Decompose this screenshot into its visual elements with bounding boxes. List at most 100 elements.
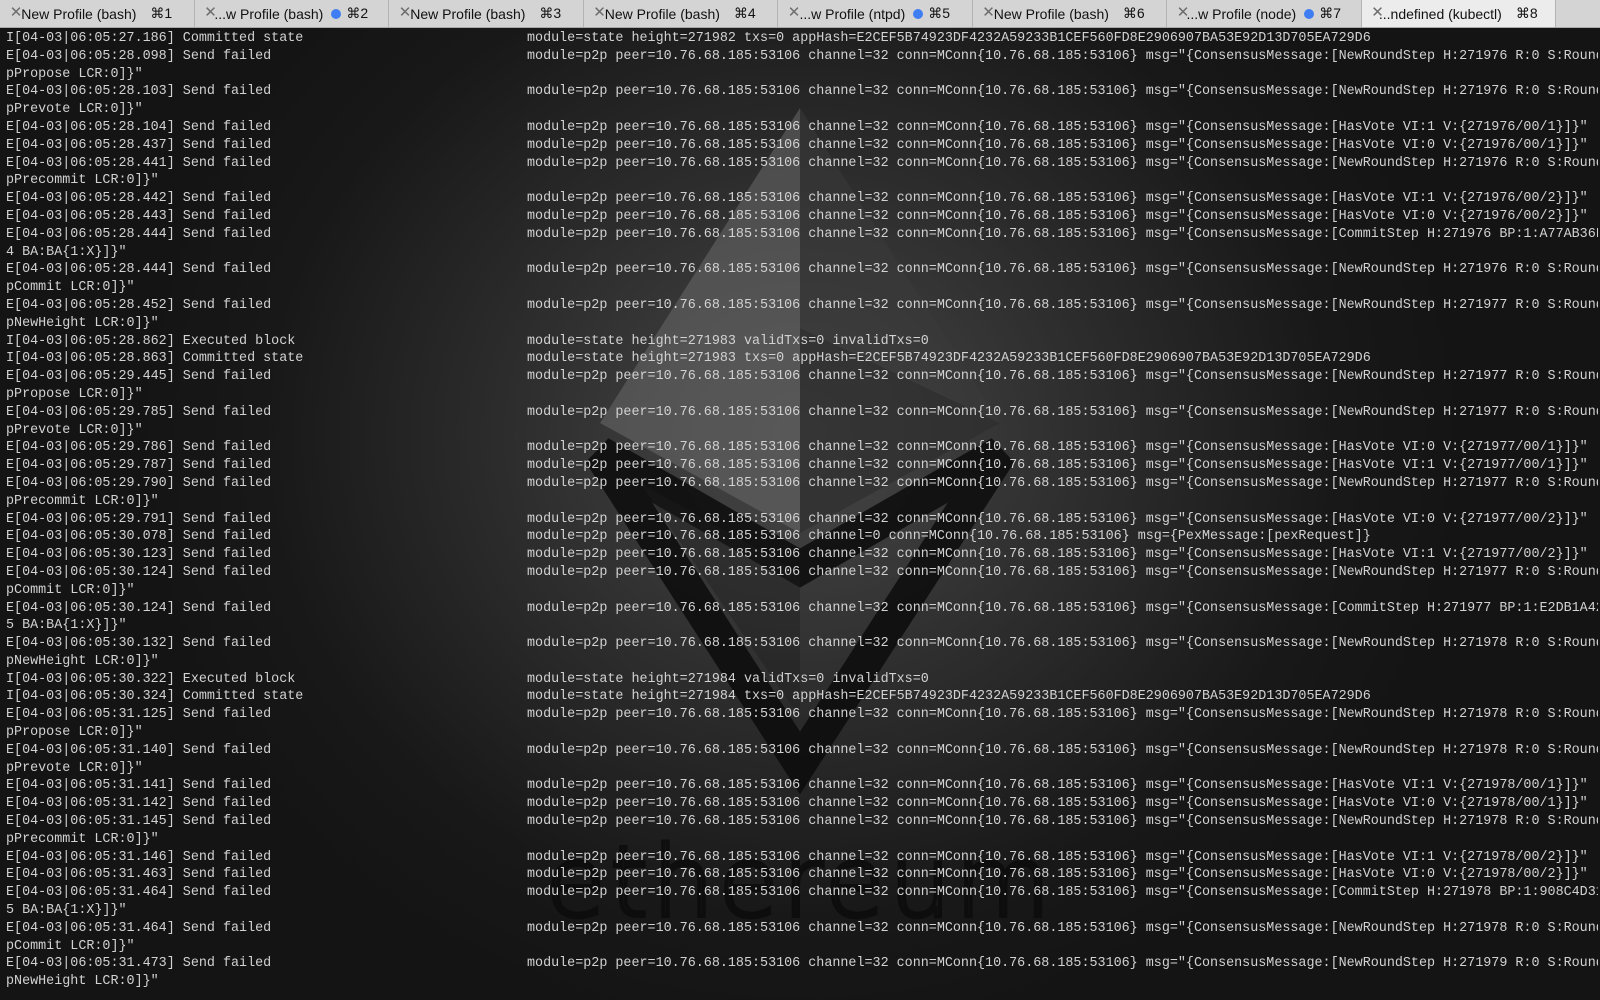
tab-bar: ✕ New Profile (bash) ⌘1 ✕ ...w Profile (bash…	[0, 0, 1600, 28]
log-line-fields: module=p2p peer=10.76.68.185:53106 chann…	[527, 262, 1598, 278]
log-line-prefix: E[04-03|06:05:29.791] Send failed	[6, 511, 272, 527]
log-line: pPropose LCR:0]}"	[6, 66, 1598, 84]
close-icon[interactable]: ✕	[982, 5, 996, 20]
log-line: pPrevote LCR:0]}"	[6, 422, 1598, 440]
close-icon[interactable]: ✕	[787, 5, 801, 20]
log-line: 5 BA:BA{1:X}]}"	[6, 617, 1598, 635]
log-line-fields: module=p2p peer=10.76.68.185:53106 chann…	[527, 885, 1598, 901]
log-line-prefix: E[04-03|06:05:30.078] Send failed	[6, 529, 272, 545]
log-line: E[04-03|06:05:28.441] Send failed module=…	[6, 155, 1598, 173]
log-line-prefix: 4 BA:BA{1:X}]}"	[6, 244, 127, 260]
log-line-prefix: pPrecommit LCR:0]}"	[6, 173, 159, 189]
log-line-prefix: E[04-03|06:05:28.443] Send failed	[6, 208, 272, 224]
tab-title: New Profile (bash)	[604, 5, 720, 22]
log-line-fields: module=p2p peer=10.76.68.185:53106 chann…	[527, 440, 1588, 456]
tab-title: ...w Profile (node)	[1186, 5, 1297, 22]
log-line: E[04-03|06:05:31.146] Send failed module=…	[6, 849, 1598, 867]
tab-shortcut: ⌘4	[733, 5, 756, 21]
log-line-prefix: I[04-03|06:05:27.186] Committed state	[6, 31, 304, 46]
log-line-prefix: E[04-03|06:05:30.132] Send failed	[6, 636, 272, 652]
log-line-prefix: E[04-03|06:05:29.785] Send failed	[6, 404, 272, 420]
log-line-prefix: pNewHeight LCR:0]}"	[6, 974, 159, 990]
log-line: pNewHeight LCR:0]}"	[6, 653, 1598, 671]
log-line-fields: module=p2p peer=10.76.68.185:53106 chann…	[527, 369, 1598, 385]
log-line-fields: module=p2p peer=10.76.68.185:53106 chann…	[527, 920, 1598, 936]
log-line: pPrecommit LCR:0]}"	[6, 172, 1598, 190]
log-line-prefix: E[04-03|06:05:31.141] Send failed	[6, 778, 272, 794]
log-line-fields: module=p2p peer=10.76.68.185:53106 chann…	[527, 404, 1598, 420]
log-line: pNewHeight LCR:0]}"	[6, 315, 1598, 333]
log-line-prefix: E[04-03|06:05:30.124] Send failed	[6, 564, 272, 580]
log-line: E[04-03|06:05:28.444] Send failed module=…	[6, 261, 1598, 279]
log-line-fields: module=p2p peer=10.76.68.185:53106 chann…	[527, 956, 1598, 972]
log-line: E[04-03|06:05:31.473] Send failed module=…	[6, 955, 1598, 973]
log-line: E[04-03|06:05:31.125] Send failed module=…	[6, 706, 1598, 724]
tab-shortcut: ⌘8	[1515, 5, 1538, 21]
tab-8[interactable]: ✕ ...ndefined (kubectl) ⌘8	[1361, 0, 1556, 27]
close-icon[interactable]: ✕	[9, 5, 23, 20]
log-line-prefix: E[04-03|06:05:28.444] Send failed	[6, 226, 272, 242]
tab-5[interactable]: ✕ ...w Profile (ntpd) ⌘5	[778, 0, 973, 27]
log-line: E[04-03|06:05:28.444] Send failed module=…	[6, 226, 1598, 244]
tab-title: New Profile (bash)	[21, 5, 137, 22]
log-line-fields: module=state height=271982 txs=0 appHash…	[527, 31, 1371, 46]
log-line: E[04-03|06:05:31.464] Send failed module=…	[6, 920, 1598, 938]
tab-6[interactable]: ✕ New Profile (bash) ⌘6	[972, 0, 1167, 27]
log-line-prefix: E[04-03|06:05:28.444] Send failed	[6, 262, 272, 278]
log-line-prefix: E[04-03|06:05:29.787] Send failed	[6, 458, 272, 474]
log-line-prefix: E[04-03|06:05:28.103] Send failed	[6, 84, 272, 100]
terminal-output[interactable]: I[04-03|06:05:27.186] Committed state mod…	[6, 30, 1598, 991]
log-line-prefix: E[04-03|06:05:28.104] Send failed	[6, 119, 272, 135]
log-line-prefix: E[04-03|06:05:29.790] Send failed	[6, 475, 272, 491]
log-line-fields: module=state height=271984 validTxs=0 in…	[527, 671, 929, 687]
tab-7[interactable]: ✕ ...w Profile (node) ⌘7	[1167, 0, 1362, 27]
tab-title: ...w Profile (ntpd)	[799, 5, 906, 22]
tab-1[interactable]: ✕ New Profile (bash) ⌘1	[0, 0, 195, 27]
log-line-fields: module=p2p peer=10.76.68.185:53106 chann…	[527, 564, 1598, 580]
log-line-prefix: I[04-03|06:05:28.863] Committed state	[6, 351, 304, 367]
log-line: pPropose LCR:0]}"	[6, 386, 1598, 404]
tab-shortcut: ⌘3	[539, 5, 562, 21]
log-line-prefix: E[04-03|06:05:28.437] Send failed	[6, 137, 272, 153]
log-line-fields: module=p2p peer=10.76.68.185:53106 chann…	[527, 155, 1598, 171]
tab-shortcut: ⌘5	[928, 5, 951, 21]
tab-2[interactable]: ✕ ...w Profile (bash) ⌘2	[194, 0, 389, 27]
log-line: E[04-03|06:05:28.437] Send failed module=…	[6, 137, 1598, 155]
log-line-fields: module=p2p peer=10.76.68.185:53106 chann…	[527, 297, 1598, 313]
log-line: 4 BA:BA{1:X}]}"	[6, 244, 1598, 262]
close-icon[interactable]: ✕	[398, 5, 412, 20]
log-line-prefix: E[04-03|06:05:29.445] Send failed	[6, 369, 272, 385]
log-line: E[04-03|06:05:28.103] Send failed module=…	[6, 83, 1598, 101]
log-line: E[04-03|06:05:29.787] Send failed module=…	[6, 457, 1598, 475]
activity-indicator-icon	[1304, 8, 1315, 19]
tab-3[interactable]: ✕ New Profile (bash) ⌘3	[389, 0, 584, 27]
close-icon[interactable]: ✕	[593, 5, 607, 20]
log-line: pPrecommit LCR:0]}"	[6, 831, 1598, 849]
log-line: I[04-03|06:05:28.863] Committed state mod…	[6, 350, 1598, 368]
log-line-fields: module=p2p peer=10.76.68.185:53106 chann…	[527, 529, 1371, 545]
log-line-prefix: E[04-03|06:05:31.473] Send failed	[6, 956, 272, 972]
log-line-fields: module=p2p peer=10.76.68.185:53106 chann…	[527, 137, 1588, 153]
close-icon[interactable]: ✕	[204, 5, 218, 20]
log-line-fields: module=p2p peer=10.76.68.185:53106 chann…	[527, 226, 1598, 242]
terminal-window[interactable]: ethereum I[04-03|06:05:27.186] Committed…	[0, 28, 1600, 1000]
log-line-prefix: pPrecommit LCR:0]}"	[6, 493, 159, 509]
tab-4[interactable]: ✕ New Profile (bash) ⌘4	[583, 0, 778, 27]
log-line-fields: module=p2p peer=10.76.68.185:53106 chann…	[527, 547, 1588, 563]
log-line-prefix: pPrevote LCR:0]}"	[6, 760, 143, 776]
log-line-fields: module=p2p peer=10.76.68.185:53106 chann…	[527, 636, 1598, 652]
close-icon[interactable]: ✕	[1371, 5, 1385, 20]
close-icon[interactable]: ✕	[1176, 5, 1190, 20]
log-line-prefix: I[04-03|06:05:30.322] Executed block	[6, 671, 296, 687]
log-line-fields: module=p2p peer=10.76.68.185:53106 chann…	[527, 849, 1588, 865]
log-line-fields: module=p2p peer=10.76.68.185:53106 chann…	[527, 119, 1588, 135]
log-line: pPrevote LCR:0]}"	[6, 101, 1598, 119]
log-line-prefix: pPropose LCR:0]}"	[6, 725, 143, 741]
log-line-prefix: E[04-03|06:05:31.140] Send failed	[6, 742, 272, 758]
log-line: pPrecommit LCR:0]}"	[6, 493, 1598, 511]
tab-title: New Profile (bash)	[993, 5, 1109, 22]
log-line-fields: module=p2p peer=10.76.68.185:53106 chann…	[527, 458, 1588, 474]
tab-title: New Profile (bash)	[410, 5, 526, 22]
log-line: pCommit LCR:0]}"	[6, 938, 1598, 956]
tab-shortcut: ⌘6	[1122, 5, 1145, 21]
